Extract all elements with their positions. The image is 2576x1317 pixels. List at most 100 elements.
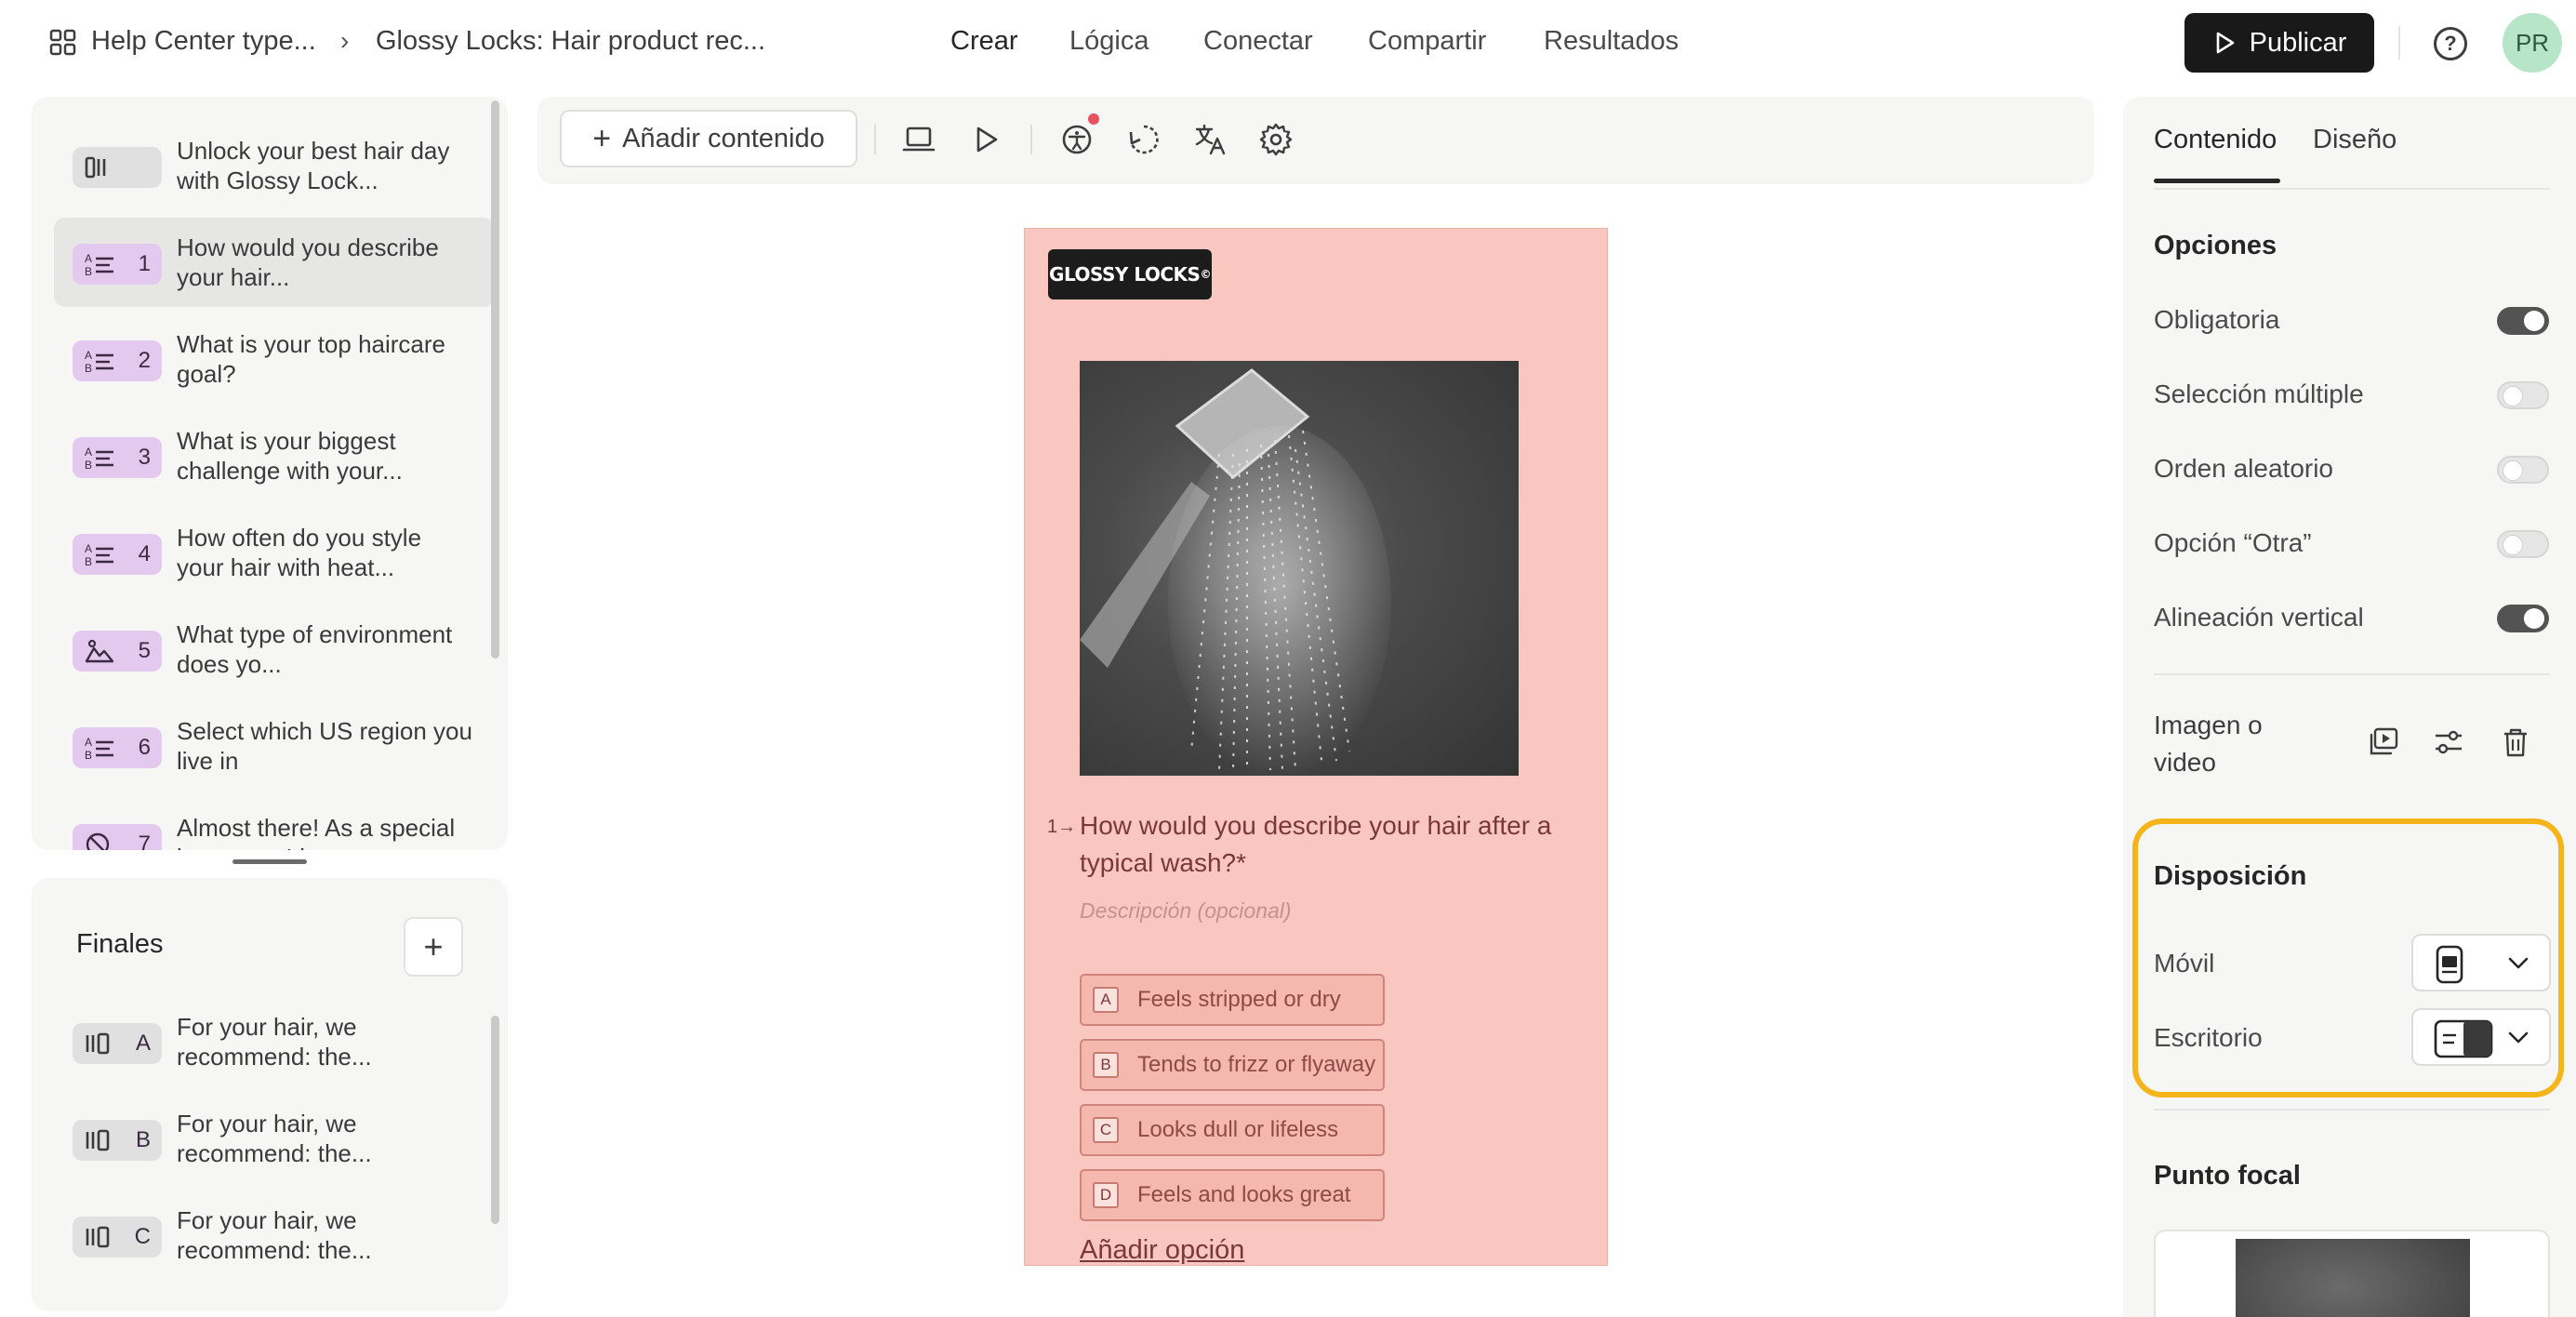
choice-c[interactable]: C Looks dull or lifeless: [1080, 1104, 1385, 1156]
choice-b[interactable]: B Tends to frizz or flyaway: [1080, 1039, 1385, 1091]
list-item-question-1[interactable]: AB 1 How would you describe your hair...: [54, 218, 495, 307]
statement-icon: 7: [73, 824, 162, 850]
list-item-question-2[interactable]: AB 2 What is your top haircare goal?: [54, 314, 495, 404]
question-number-arrow: 1→: [1047, 817, 1077, 837]
choice-a[interactable]: A Feels stripped or dry: [1080, 974, 1385, 1026]
choice-label: Feels and looks great: [1137, 1182, 1351, 1207]
avatar[interactable]: PR: [2503, 13, 2562, 73]
chevron-right-icon: ›: [340, 26, 350, 55]
ending-screen-icon: C: [73, 1217, 162, 1257]
multiple-choice-icon: AB 1: [73, 244, 162, 285]
adjust-sliders-icon[interactable]: [2432, 725, 2465, 759]
list-item-label: What is your biggest challenge with your…: [177, 427, 403, 485]
list-item-label: How often do you style your hair with he…: [177, 524, 422, 581]
description-placeholder[interactable]: Descripción (opcional): [1080, 898, 1292, 924]
svg-text:A: A: [85, 542, 92, 555]
accessibility-icon[interactable]: [1058, 121, 1095, 158]
publish-button[interactable]: Publicar: [2184, 13, 2374, 73]
divider: [2154, 1109, 2550, 1111]
endings-title: Finales: [76, 929, 164, 959]
focal-point-image[interactable]: [2154, 1230, 2550, 1317]
tab-diseno[interactable]: Diseño: [2313, 125, 2397, 155]
svg-text:B: B: [85, 265, 92, 278]
play-preview-icon[interactable]: [967, 121, 1004, 158]
list-item-label: For your hair, we recommend: the...: [177, 1013, 372, 1071]
settings-gear-icon[interactable]: [1257, 121, 1295, 158]
play-icon: [2216, 32, 2234, 54]
desktop-preview-icon[interactable]: [900, 121, 937, 158]
breadcrumb-form-title[interactable]: Glossy Locks: Hair product rec...: [376, 26, 765, 57]
ending-letter: C: [134, 1224, 151, 1249]
apps-grid-icon[interactable]: [48, 28, 78, 58]
question-number: 2: [138, 348, 151, 373]
question-number: 3: [138, 445, 151, 470]
brand-logo: GLOSSY LOCKS ©: [1048, 249, 1212, 299]
panel-resize-handle[interactable]: [232, 859, 307, 864]
list-item-label: Select which US region you live in: [177, 717, 472, 775]
help-icon[interactable]: ?: [2434, 27, 2467, 60]
list-item-question-6[interactable]: AB 6 Select which US region you live in: [54, 701, 495, 791]
add-content-button[interactable]: + Añadir contenido: [560, 110, 857, 167]
list-item-label: What is your top haircare goal?: [177, 330, 446, 388]
list-item-label: How would you describe your hair...: [177, 233, 439, 291]
svg-text:B: B: [85, 362, 92, 375]
plus-icon: +: [592, 121, 612, 156]
other-option-toggle[interactable]: [2497, 530, 2549, 558]
top-bar: Help Center type... › Glossy Locks: Hair…: [0, 0, 2576, 86]
nav-resultados[interactable]: Resultados: [1544, 26, 1679, 57]
list-item-welcome[interactable]: Unlock your best hair day with Glossy Lo…: [54, 121, 495, 210]
option-random-label: Orden aleatorio: [2154, 454, 2334, 483]
scrollbar[interactable]: [491, 1016, 499, 1224]
multiple-selection-toggle[interactable]: [2497, 381, 2549, 409]
list-item-question-7[interactable]: 7 Almost there! As a special bonus, we'd…: [54, 798, 495, 850]
publish-label: Publicar: [2249, 27, 2347, 58]
list-item-question-3[interactable]: AB 3 What is your biggest challenge with…: [54, 411, 495, 500]
shower-head-image: [1080, 368, 1391, 776]
divider: [1030, 125, 1032, 154]
breadcrumb-workspace[interactable]: Help Center type...: [91, 26, 316, 57]
option-vertical-label: Alineación vertical: [2154, 603, 2364, 632]
list-item-question-5[interactable]: 5 What type of environment does yo...: [54, 605, 495, 694]
logo-mark: ©: [1200, 268, 1211, 281]
choice-label: Looks dull or lifeless: [1137, 1117, 1339, 1142]
add-option-link[interactable]: Añadir opción: [1080, 1235, 1244, 1265]
svg-text:B: B: [85, 749, 92, 762]
question-title[interactable]: How would you describe your hair after a…: [1080, 807, 1563, 882]
scrollbar[interactable]: [491, 100, 499, 658]
tab-contenido[interactable]: Contenido: [2154, 125, 2277, 155]
choice-d[interactable]: D Feels and looks great: [1080, 1169, 1385, 1221]
focal-thumbnail: [2236, 1239, 2470, 1317]
multiple-choice-icon: AB 4: [73, 534, 162, 575]
focal-point-title: Punto focal: [2154, 1161, 2301, 1191]
replace-media-icon[interactable]: [2367, 725, 2400, 759]
list-item-label: For your hair, we recommend: the...: [177, 1110, 372, 1167]
progress-cycle-icon[interactable]: [1125, 121, 1162, 158]
list-item-ending-a[interactable]: A For your hair, we recommend: the...: [54, 997, 495, 1086]
svg-text:A: A: [85, 349, 92, 362]
multiple-choice-icon: AB 2: [73, 340, 162, 381]
trash-icon[interactable]: [2499, 725, 2532, 759]
question-image[interactable]: [1080, 361, 1519, 776]
divider: [2154, 188, 2550, 190]
add-ending-button[interactable]: +: [404, 917, 463, 977]
nav-compartir[interactable]: Compartir: [1368, 26, 1486, 57]
nav-crear[interactable]: Crear: [950, 26, 1018, 57]
vertical-alignment-toggle[interactable]: [2497, 605, 2549, 632]
nav-conectar[interactable]: Conectar: [1203, 26, 1313, 57]
nav-logica[interactable]: Lógica: [1069, 26, 1149, 57]
random-order-toggle[interactable]: [2497, 456, 2549, 484]
choice-key: B: [1093, 1052, 1119, 1078]
form-preview: GLOSSY LOCKS © 1→ How would you describe…: [1024, 228, 1608, 1266]
question-number: 4: [138, 541, 151, 566]
option-multiple-label: Selección múltiple: [2154, 379, 2364, 408]
svg-text:B: B: [85, 459, 92, 472]
add-content-label: Añadir contenido: [622, 123, 825, 153]
required-toggle[interactable]: [2497, 307, 2549, 335]
translate-icon[interactable]: [1192, 121, 1229, 158]
svg-text:A: A: [85, 446, 92, 459]
list-item-ending-c[interactable]: C For your hair, we recommend: the...: [54, 1191, 495, 1280]
question-number: 1: [138, 251, 151, 276]
list-item-ending-b[interactable]: B For your hair, we recommend: the...: [54, 1094, 495, 1183]
multiple-choice-icon: AB 6: [73, 727, 162, 768]
list-item-question-4[interactable]: AB 4 How often do you style your hair wi…: [54, 508, 495, 597]
